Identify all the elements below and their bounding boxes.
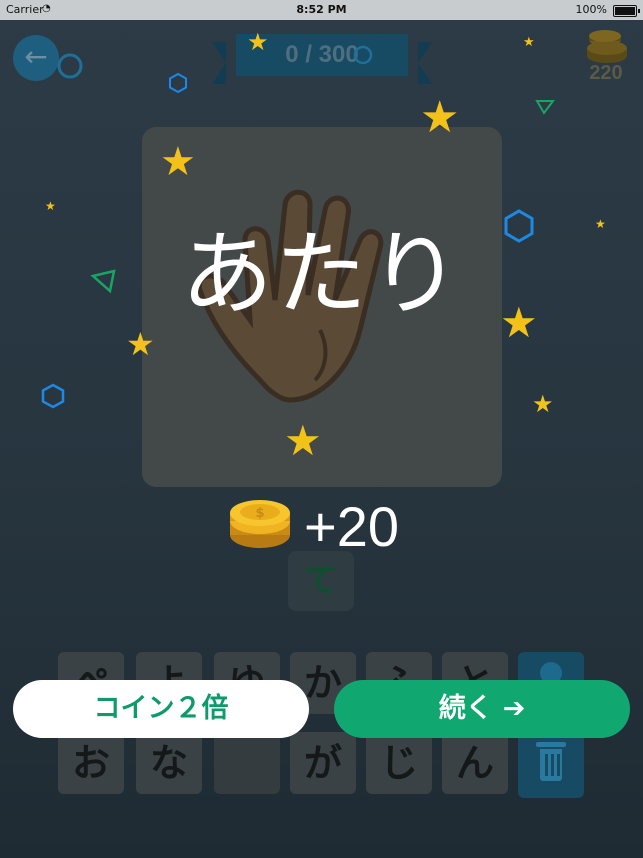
star-icon: ★ xyxy=(420,92,460,143)
answer-slot[interactable]: て xyxy=(288,551,354,611)
hexagon-icon xyxy=(504,209,534,243)
hexagon-icon xyxy=(41,383,65,409)
status-bar: Carrier ◔ 8:52 PM 100% xyxy=(0,0,643,20)
ring-icon xyxy=(353,45,373,65)
letter-tile[interactable]: お xyxy=(58,732,124,794)
star-icon: ★ xyxy=(532,390,554,418)
triangle-icon xyxy=(90,269,116,294)
letter-tile-empty xyxy=(214,732,280,794)
banner-ribbon-right xyxy=(418,42,432,84)
reward-amount: +20 xyxy=(304,495,399,558)
ring-icon xyxy=(57,53,83,79)
progress-banner: 0 / 300 xyxy=(212,32,432,84)
coin-balance: 220 xyxy=(589,62,623,84)
delete-button[interactable] xyxy=(518,728,584,798)
battery-percent: 100% xyxy=(575,3,607,16)
letter-tile[interactable]: じ xyxy=(366,732,432,794)
star-icon: ★ xyxy=(523,35,535,50)
star-icon: ★ xyxy=(500,298,538,347)
gold-coin-icon: $ xyxy=(230,500,290,548)
star-icon: ★ xyxy=(45,199,56,213)
star-icon: ★ xyxy=(595,217,606,231)
svg-text:$: $ xyxy=(255,506,264,521)
letter-tile[interactable]: な xyxy=(136,732,202,794)
left-arrow-icon: ← xyxy=(24,40,48,73)
continue-label: 続く xyxy=(438,693,493,724)
result-word: あたり xyxy=(180,221,463,328)
star-icon: ★ xyxy=(126,325,155,363)
double-coins-label: コイン２倍 xyxy=(93,693,229,724)
right-arrow-icon: ➔ xyxy=(502,693,526,724)
triangle-icon xyxy=(535,100,555,115)
back-button[interactable]: ← xyxy=(13,35,59,81)
star-icon: ★ xyxy=(284,416,322,465)
star-icon: ★ xyxy=(247,28,269,56)
star-icon: ★ xyxy=(160,139,196,185)
hexagon-icon xyxy=(169,72,187,94)
coin-stack-icon xyxy=(587,30,627,63)
double-coins-button[interactable]: コイン２倍 xyxy=(13,680,309,738)
answer-letter: て xyxy=(304,561,338,601)
battery-icon xyxy=(613,5,640,17)
letter-tile[interactable]: が xyxy=(290,732,356,794)
continue-button[interactable]: 続く ➔ xyxy=(334,680,630,738)
banner-ribbon-left xyxy=(212,42,226,84)
letter-tile[interactable]: ん xyxy=(442,732,508,794)
status-time: 8:52 PM xyxy=(296,3,347,16)
